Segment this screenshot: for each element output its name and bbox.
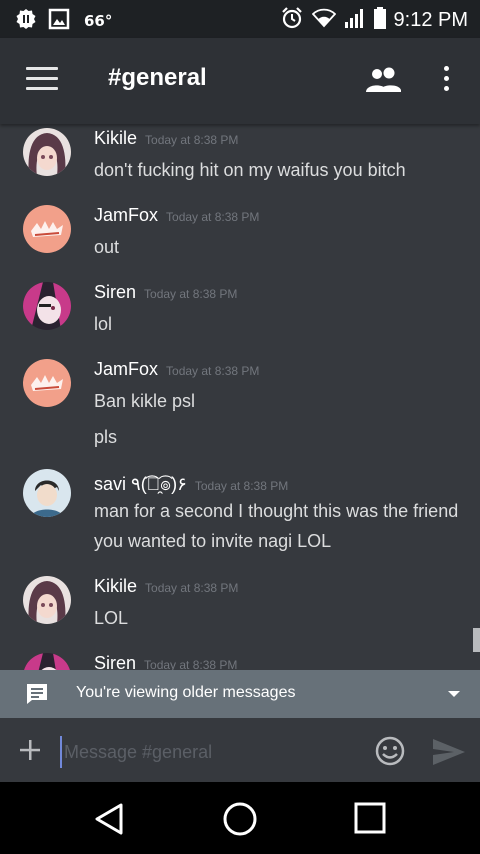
battery-icon <box>373 7 386 33</box>
clock-time: 9:12 PM <box>393 8 468 31</box>
signal-icon <box>344 8 366 32</box>
chat-bubble-icon <box>25 682 49 710</box>
back-icon[interactable] <box>93 802 125 840</box>
message-text: lol <box>94 314 113 334</box>
app-bar: #general <box>0 38 480 124</box>
avatar[interactable] <box>23 128 71 176</box>
home-icon[interactable] <box>222 801 258 841</box>
avatar[interactable] <box>23 469 71 517</box>
image-notification-icon <box>48 8 70 34</box>
older-messages-bar[interactable]: You're viewing older messages <box>0 670 480 718</box>
members-icon[interactable] <box>366 66 402 98</box>
chevron-down-icon[interactable] <box>448 691 460 697</box>
message-author[interactable]: Kikile Today at 8:38 PM <box>94 128 238 149</box>
message-timestamp: Today at 8:38 PM <box>144 287 238 301</box>
message-input[interactable] <box>60 736 366 768</box>
message-text: LOL <box>94 608 129 628</box>
avatar[interactable] <box>23 359 71 407</box>
avatar[interactable] <box>23 653 71 670</box>
message-timestamp: Today at 8:38 PM <box>145 133 239 147</box>
message-timestamp: Today at 8:38 PM <box>194 479 289 493</box>
message-author[interactable]: JamFox Today at 8:38 PM <box>94 205 259 226</box>
message-timestamp: Today at 8:38 PM <box>166 210 260 224</box>
message-text: Ban kikle psl <box>94 391 196 411</box>
message-timestamp: Today at 8:38 PM <box>144 658 238 670</box>
message-text: pls <box>94 427 118 447</box>
scrollbar-thumb[interactable] <box>473 628 480 652</box>
channel-title: #general <box>108 64 207 91</box>
alarm-clock-icon <box>280 6 304 34</box>
message-author[interactable]: JamFox Today at 8:38 PM <box>94 359 259 380</box>
temperature: 66° <box>84 12 113 30</box>
older-messages-text: You're viewing older messages <box>76 684 296 701</box>
menu-icon[interactable] <box>26 67 58 95</box>
message-timestamp: Today at 8:38 PM <box>145 581 239 595</box>
message-author[interactable]: Kikile Today at 8:38 PM <box>94 576 238 597</box>
message-text: out <box>94 237 120 257</box>
wifi-icon <box>311 8 336 32</box>
status-left: 66° <box>14 7 112 35</box>
android-nav-bar <box>0 782 480 854</box>
avatar[interactable] <box>23 205 71 253</box>
recent-apps-icon[interactable] <box>354 802 386 838</box>
message-author[interactable]: Siren Today at 8:38 PM <box>94 653 237 670</box>
message-text: man for a second I thought this was the … <box>94 501 459 551</box>
message-text: don't fucking hit on my waifus you bitch <box>94 160 406 180</box>
message-author[interactable]: Siren Today at 8:38 PM <box>94 282 237 303</box>
pause-notification-icon <box>14 7 38 35</box>
add-attachment-icon[interactable] <box>18 738 42 766</box>
send-icon[interactable] <box>432 738 466 770</box>
message-list[interactable]: Kikile Today at 8:38 PM don't fucking hit… <box>0 124 480 670</box>
status-right: 9:12 PM <box>280 6 468 34</box>
status-bar: 66° 9:12 PM <box>0 0 480 38</box>
message-author[interactable]: savi ٩(͡๏̯͡๏)۶ Today at 8:38 PM <box>94 469 288 498</box>
message-timestamp: Today at 8:38 PM <box>166 364 260 378</box>
emoji-icon[interactable] <box>374 735 406 771</box>
message-composer <box>0 718 480 782</box>
avatar[interactable] <box>23 282 71 330</box>
overflow-icon[interactable] <box>438 66 454 96</box>
avatar[interactable] <box>23 576 71 624</box>
